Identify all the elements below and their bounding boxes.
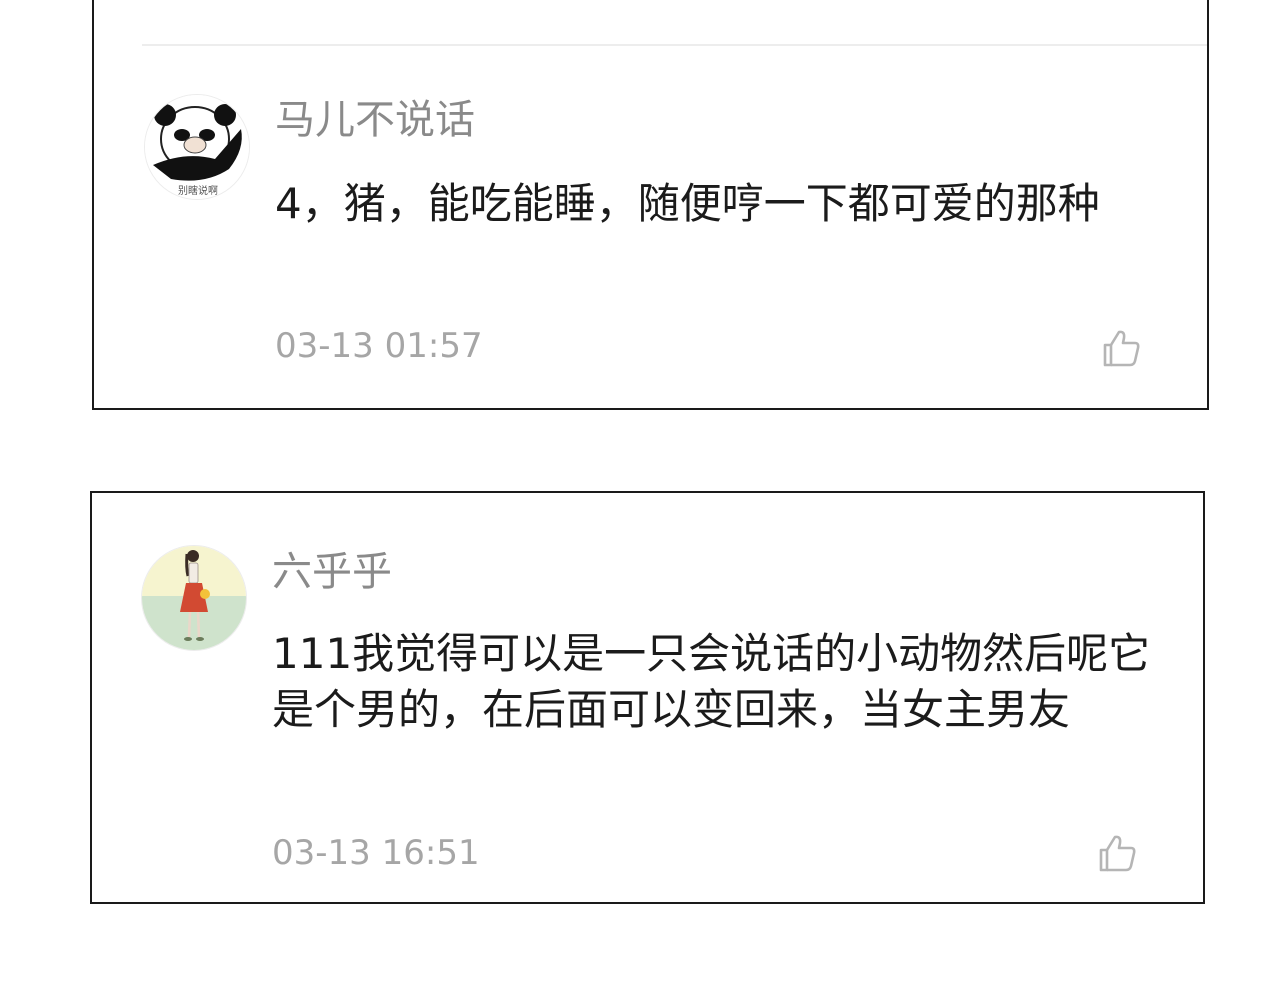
comment-text: 111我觉得可以是一只会说话的小动物然后呢它是个男的，在后面可以变回来，当女主男… <box>272 629 1151 734</box>
comment-card: 别瞎说啊 马儿不说话 4，猪，能吃能睡，随便哼一下都可爱的那种 03-13 01… <box>92 0 1209 410</box>
comment-text: 4，猪，能吃能睡，随便哼一下都可爱的那种 <box>275 179 1100 228</box>
username[interactable]: 六乎乎 <box>272 548 392 596</box>
avatar[interactable]: 别瞎说啊 <box>144 94 250 200</box>
thumbs-up-icon <box>1099 835 1136 872</box>
timestamp: 03-13 16:51 <box>272 833 480 873</box>
avatar[interactable] <box>141 545 247 651</box>
like-button[interactable] <box>1095 831 1139 875</box>
like-button[interactable] <box>1099 326 1143 370</box>
panda-meme-avatar-icon: 别瞎说啊 <box>145 95 249 199</box>
thumbs-up-icon <box>1103 330 1140 367</box>
svg-text:别瞎说啊: 别瞎说啊 <box>178 184 218 197</box>
username[interactable]: 马儿不说话 <box>275 96 475 144</box>
timestamp: 03-13 01:57 <box>275 326 483 366</box>
comment-card: 六乎乎 111我觉得可以是一只会说话的小动物然后呢它是个男的，在后面可以变回来，… <box>90 491 1205 904</box>
girl-red-skirt-avatar-icon <box>142 546 246 650</box>
divider <box>142 44 1207 46</box>
